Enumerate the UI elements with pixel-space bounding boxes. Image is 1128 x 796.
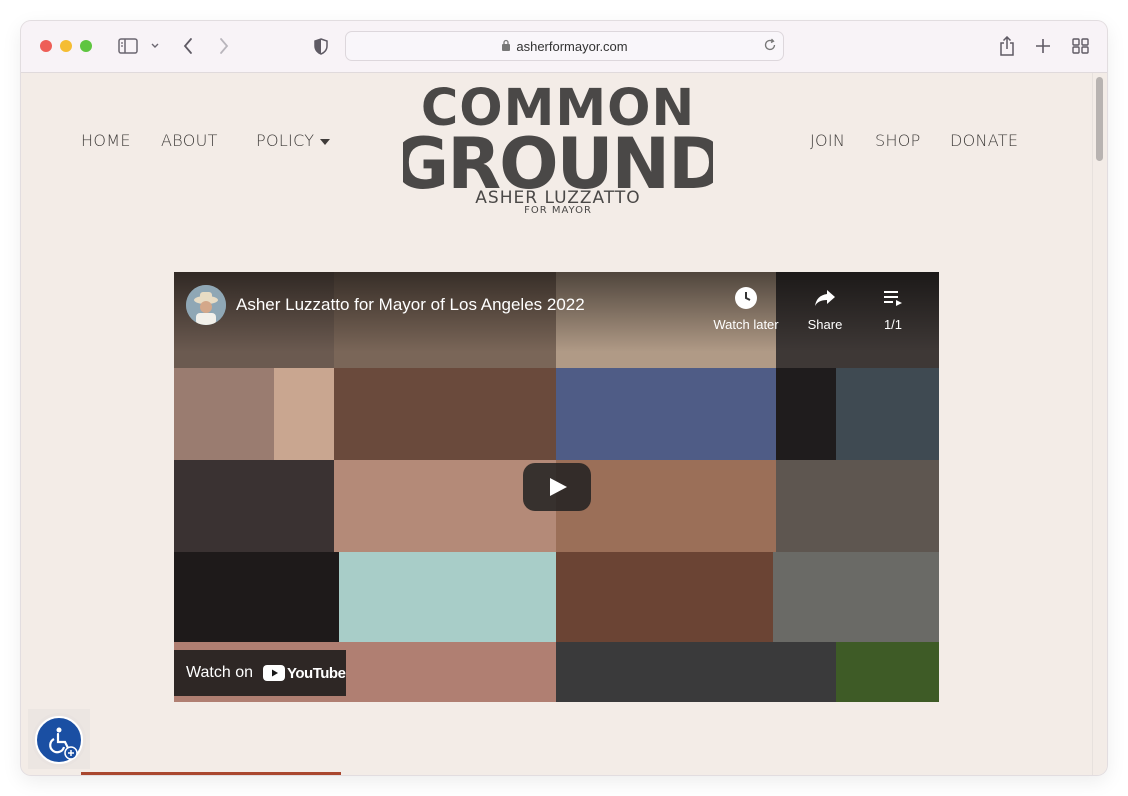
browser-toolbar: asherformayor.com <box>21 21 1107 73</box>
youtube-wordmark: YouTube <box>287 664 346 682</box>
youtube-logo: YouTube <box>263 664 346 682</box>
video-thumbnail-tile <box>174 368 274 460</box>
playlist-button[interactable]: 1/1 <box>853 286 933 332</box>
video-thumbnail-tile <box>334 368 556 460</box>
page-scrollbar[interactable] <box>1092 73 1107 775</box>
accessibility-button[interactable] <box>35 716 83 764</box>
page-content: HOME ABOUT POLICY JOIN SHOP DONATE COMMO… <box>21 73 1107 775</box>
video-thumbnail-tile <box>274 368 334 460</box>
watch-later-button[interactable]: Watch later <box>706 286 786 332</box>
video-thumbnail-tile <box>776 368 836 460</box>
minimize-window-button[interactable] <box>60 40 72 52</box>
nav-policy-label: POLICY <box>256 131 315 150</box>
nav-policy-link[interactable]: POLICY <box>256 131 330 150</box>
address-bar[interactable]: asherformayor.com <box>345 31 784 61</box>
reload-icon[interactable] <box>763 38 777 55</box>
watch-later-label: Watch later <box>713 317 779 332</box>
url-text: asherformayor.com <box>516 38 628 54</box>
video-thumbnail-tile <box>836 368 939 460</box>
video-thumbnail-tile <box>174 552 339 642</box>
play-icon <box>550 478 567 496</box>
channel-avatar[interactable] <box>186 285 226 325</box>
nav-about-link[interactable]: ABOUT <box>161 131 218 150</box>
new-tab-icon[interactable] <box>1034 35 1052 57</box>
close-window-button[interactable] <box>40 40 52 52</box>
video-thumbnail-tile <box>339 552 556 642</box>
nav-shop-link[interactable]: SHOP <box>875 131 921 150</box>
wheelchair-icon <box>49 727 78 760</box>
youtube-play-icon <box>263 665 285 681</box>
video-thumbnail-tile <box>773 552 939 642</box>
back-icon[interactable] <box>179 35 197 57</box>
video-title[interactable]: Asher Luzzatto for Mayor of Los Angeles … <box>236 295 585 315</box>
nav-join-link[interactable]: JOIN <box>810 131 845 150</box>
nav-home-link[interactable]: HOME <box>81 131 131 150</box>
youtube-video-embed[interactable]: Asher Luzzatto for Mayor of Los Angeles … <box>174 272 939 702</box>
section-divider <box>81 772 341 775</box>
watch-on-youtube-button[interactable]: Watch on YouTube <box>174 650 346 696</box>
forward-icon[interactable] <box>215 35 233 57</box>
clock-icon <box>734 287 758 313</box>
chevron-down-icon[interactable] <box>149 35 161 57</box>
tab-overview-icon[interactable] <box>1071 35 1089 57</box>
playlist-icon <box>881 291 905 313</box>
share-icon[interactable] <box>997 35 1017 57</box>
logo-line-for-mayor: FOR MAYOR <box>524 205 592 214</box>
video-thumbnail-tile <box>556 642 836 702</box>
nav-donate-link[interactable]: DONATE <box>950 131 1018 150</box>
scrollbar-thumb[interactable] <box>1096 77 1103 161</box>
video-thumbnail-tile <box>776 460 939 552</box>
video-thumbnail-tile <box>556 368 776 460</box>
video-thumbnail-tile <box>174 460 334 552</box>
lock-icon <box>501 39 511 54</box>
caret-down-icon <box>319 131 330 150</box>
zoom-window-button[interactable] <box>80 40 92 52</box>
playlist-count: 1/1 <box>883 317 903 332</box>
play-button[interactable] <box>523 463 591 511</box>
sidebar-icon[interactable] <box>117 35 139 57</box>
video-thumbnail-tile <box>556 552 773 642</box>
video-thumbnail-tile <box>836 642 939 702</box>
browser-window: asherformayor.com HOME ABOUT POLICY JOIN… <box>21 21 1107 775</box>
watch-on-label: Watch on <box>186 664 253 681</box>
shield-icon[interactable] <box>312 35 330 57</box>
common-ground-logo[interactable]: COMMON GROUND ASHER LUZZATTO FOR MAYOR <box>403 79 713 214</box>
share-arrow-icon <box>813 290 837 313</box>
